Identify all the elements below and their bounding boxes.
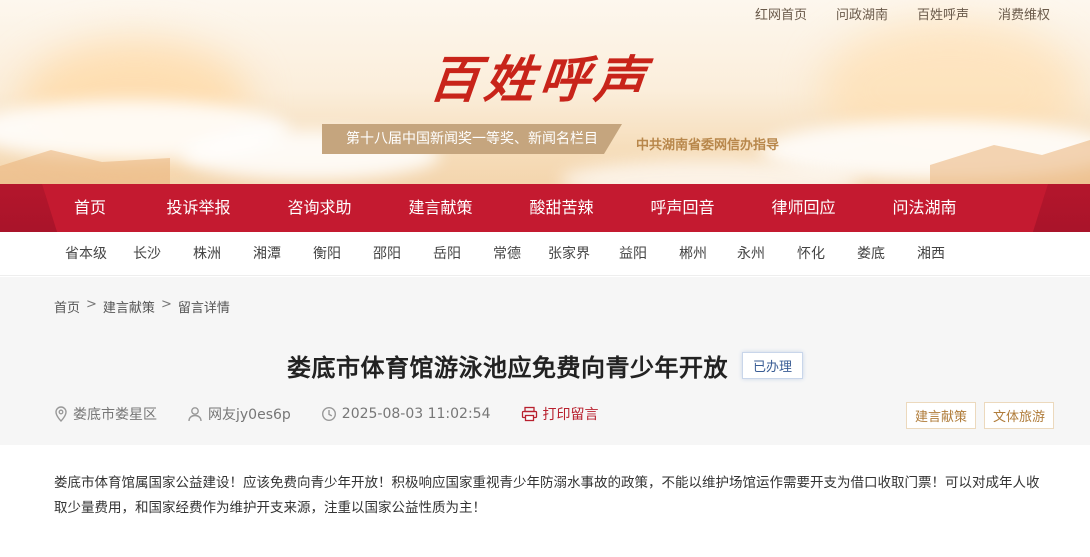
meta-author: 网友jy0es6p <box>187 404 291 424</box>
region-bar: 省本级 长沙 株洲 湘潭 衡阳 邵阳 岳阳 常德 张家界 益阳 郴州 永州 怀化… <box>0 232 1090 276</box>
region-item[interactable]: 怀化 <box>781 232 841 276</box>
nav-item-complaint[interactable]: 投诉举报 <box>138 184 259 232</box>
main-nav: 首页 投诉举报 咨询求助 建言献策 酸甜苦辣 呼声回音 律师回应 问法湖南 <box>0 184 1090 232</box>
region-item[interactable]: 常德 <box>477 232 537 276</box>
author-text: 网友jy0es6p <box>208 407 291 423</box>
breadcrumb-current: 留言详情 <box>177 301 230 316</box>
datetime-text: 2025-08-03 11:02:54 <box>341 406 491 422</box>
title-row: 娄底市体育馆游泳池应免费向青少年开放 已办理 <box>0 348 1090 382</box>
breadcrumb-category[interactable]: 建言献策 <box>103 297 155 316</box>
header-banner: 红网首页 问政湖南 百姓呼声 消费维权 百姓呼声 第十八届中国新闻奖一等奖、新闻… <box>0 0 1090 200</box>
clock-icon <box>321 406 336 422</box>
top-link-wenzheng[interactable]: 问政湖南 <box>836 4 888 23</box>
tag-list: 建言献策 文体旅游 <box>905 402 1054 429</box>
tag-topic[interactable]: 文体旅游 <box>983 402 1054 429</box>
breadcrumb-separator: > <box>86 297 97 312</box>
print-button[interactable]: 打印留言 <box>521 404 599 424</box>
award-banner: 第十八届中国新闻奖一等奖、新闻名栏目 <box>322 124 622 154</box>
region-item[interactable]: 永州 <box>721 232 781 276</box>
region-item[interactable]: 邵阳 <box>357 232 417 276</box>
region-item[interactable]: 娄底 <box>841 232 901 276</box>
meta-datetime: 2025-08-03 11:02:54 <box>321 406 491 422</box>
nav-item-suggestion[interactable]: 建言献策 <box>380 184 501 232</box>
region-item[interactable]: 益阳 <box>601 232 665 276</box>
region-item[interactable]: 湘西 <box>901 232 961 276</box>
location-pin-icon <box>55 406 67 422</box>
printer-icon <box>521 406 537 422</box>
region-item[interactable]: 衡阳 <box>297 232 357 276</box>
print-label[interactable]: 打印留言 <box>543 404 599 424</box>
region-item[interactable]: 湘潭 <box>237 232 297 276</box>
status-badge: 已办理 <box>741 351 803 379</box>
top-links: 红网首页 问政湖南 百姓呼声 消费维权 <box>755 4 1050 23</box>
location-text: 娄底市娄星区 <box>73 407 157 423</box>
guide-text: 中共湖南省委网信办指导 <box>636 138 780 153</box>
top-link-consumer[interactable]: 消费维权 <box>998 4 1050 23</box>
nav-item-law[interactable]: 问法湖南 <box>864 184 985 232</box>
user-icon <box>188 407 202 422</box>
nav-item-life[interactable]: 酸甜苦辣 <box>501 184 622 232</box>
article-body: 娄底市体育馆属国家公益建设！应该免费向青少年开放！积极响应国家重视青少年防溺水事… <box>54 475 1040 516</box>
site-logo[interactable]: 百姓呼声 <box>426 40 654 112</box>
nav-item-lawyer[interactable]: 律师回应 <box>743 184 864 232</box>
page-title: 娄底市体育馆游泳池应免费向青少年开放 <box>286 353 728 382</box>
region-item[interactable]: 株洲 <box>177 232 237 276</box>
region-item[interactable]: 岳阳 <box>417 232 477 276</box>
region-item[interactable]: 长沙 <box>117 232 177 276</box>
article-meta: 娄底市娄星区 网友jy0es6p 2025-08-03 11:02:54 打印留… <box>54 404 629 424</box>
tag-category[interactable]: 建言献策 <box>905 402 976 429</box>
breadcrumb: 首页 > 建言献策 > 留言详情 <box>54 297 230 316</box>
region-item[interactable]: 省本级 <box>55 232 117 276</box>
top-link-baixing[interactable]: 百姓呼声 <box>917 4 969 23</box>
region-item[interactable]: 张家界 <box>537 232 601 276</box>
region-item[interactable]: 郴州 <box>665 232 721 276</box>
breadcrumb-home[interactable]: 首页 <box>54 297 80 316</box>
breadcrumb-separator: > <box>160 297 172 312</box>
nav-item-home[interactable]: 首页 <box>42 184 138 232</box>
meta-location: 娄底市娄星区 <box>54 404 157 424</box>
top-link-home[interactable]: 红网首页 <box>755 4 807 23</box>
nav-item-consult[interactable]: 咨询求助 <box>259 184 380 232</box>
nav-item-echo[interactable]: 呼声回音 <box>622 184 743 232</box>
